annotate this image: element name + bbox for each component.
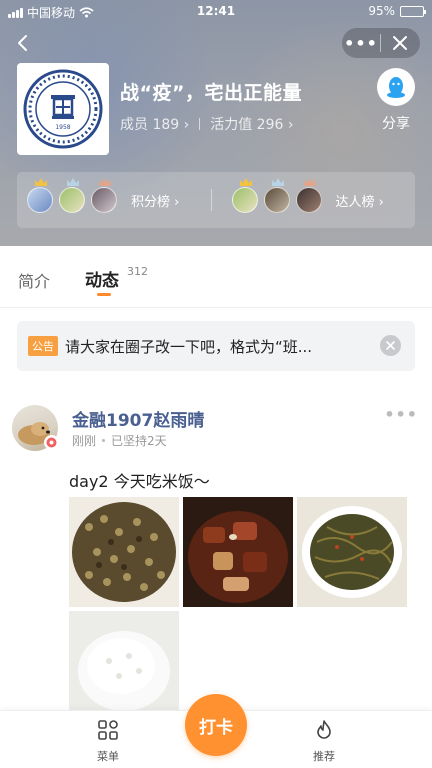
avatar bbox=[91, 178, 117, 213]
flame-icon bbox=[317, 720, 331, 739]
more-options-button[interactable]: ••• bbox=[342, 34, 380, 53]
announcement-tag: 公告 bbox=[28, 336, 58, 356]
avatar bbox=[263, 178, 290, 213]
checkin-button[interactable]: 打卡 bbox=[185, 694, 247, 756]
post-photo[interactable] bbox=[69, 611, 179, 721]
gold-crown-icon bbox=[239, 178, 252, 186]
post-photo[interactable] bbox=[297, 497, 407, 607]
nav-recommend-label: 推荐 bbox=[313, 750, 335, 763]
bronze-crown-icon bbox=[99, 178, 111, 186]
active-tab-indicator bbox=[97, 293, 111, 296]
silver-crown-icon bbox=[67, 178, 79, 186]
post-time: 刚刚 bbox=[72, 434, 97, 448]
silver-crown-icon bbox=[271, 178, 284, 186]
share-label: 分享 bbox=[382, 116, 410, 132]
battery-icon bbox=[400, 5, 426, 17]
gold-crown-icon bbox=[35, 178, 47, 186]
post-more-button[interactable]: ••• bbox=[384, 405, 418, 424]
group-header: 中国移动 12:41 95% ••• 1958 战“疫”，宅出正能量 成员 18… bbox=[0, 0, 432, 246]
tab-bar: 简介 动态 312 bbox=[0, 246, 432, 308]
share-button[interactable]: 分享 bbox=[376, 68, 416, 133]
svg-text:1958: 1958 bbox=[55, 124, 70, 131]
post-photo[interactable] bbox=[183, 497, 293, 607]
ranking-bar: 积分榜 › 达人榜 › bbox=[17, 172, 415, 228]
vitality-link[interactable]: 活力值 296 › bbox=[210, 114, 293, 134]
university-seal-icon: 1958 bbox=[23, 69, 103, 149]
close-button[interactable] bbox=[381, 28, 419, 58]
announcement-text: 请大家在圈子改一下吧，格式为“班... bbox=[65, 337, 313, 356]
bronze-crown-icon bbox=[303, 178, 316, 186]
feed-count: 312 bbox=[127, 265, 148, 278]
avatar-badge bbox=[44, 435, 59, 450]
avatar bbox=[27, 178, 53, 213]
avatar bbox=[231, 178, 258, 213]
nav-menu[interactable]: 菜单 bbox=[78, 719, 138, 764]
nav-menu-label: 菜单 bbox=[97, 750, 119, 763]
post-streak: 已坚持2天 bbox=[111, 434, 167, 448]
group-logo: 1958 bbox=[17, 63, 109, 155]
tab-feed[interactable]: 动态 bbox=[85, 266, 119, 291]
post-content: day2 今天吃米饭～ bbox=[69, 472, 210, 491]
tab-intro[interactable]: 简介 bbox=[18, 268, 50, 292]
close-icon bbox=[393, 36, 407, 50]
group-title: 战“疫”，宅出正能量 bbox=[120, 82, 302, 104]
group-stats: 成员 189 › 活力值 296 › bbox=[120, 114, 293, 134]
tag-icon bbox=[46, 437, 57, 448]
chevron-left-icon bbox=[18, 35, 27, 51]
post-author-name[interactable]: 金融1907赵雨晴 bbox=[72, 406, 204, 431]
menu-grid-icon bbox=[98, 720, 118, 740]
experts-ranking[interactable]: 达人榜 › bbox=[212, 172, 416, 228]
status-time: 12:41 bbox=[196, 4, 236, 18]
post-meta: 刚刚 已坚持2天 bbox=[72, 432, 167, 449]
status-bar: 中国移动 12:41 95% bbox=[0, 0, 432, 24]
experts-ranking-label: 达人榜 › bbox=[335, 194, 384, 210]
dismiss-announcement-button[interactable] bbox=[380, 335, 401, 356]
avatar bbox=[295, 178, 322, 213]
close-icon bbox=[386, 341, 395, 350]
battery-percent: 95% bbox=[368, 4, 395, 18]
announcement-banner[interactable]: 公告 请大家在圈子改一下吧，格式为“班... bbox=[17, 321, 415, 371]
points-ranking[interactable]: 积分榜 › bbox=[17, 172, 211, 228]
post-photo[interactable] bbox=[69, 497, 179, 607]
nav-recommend[interactable]: 推荐 bbox=[294, 719, 354, 764]
members-link[interactable]: 成员 189 › bbox=[120, 114, 189, 134]
back-button[interactable] bbox=[14, 32, 34, 54]
points-ranking-label: 积分榜 › bbox=[131, 194, 180, 210]
avatar bbox=[59, 178, 85, 213]
qq-penguin-icon bbox=[387, 77, 405, 98]
mini-program-capsule: ••• bbox=[342, 28, 420, 58]
